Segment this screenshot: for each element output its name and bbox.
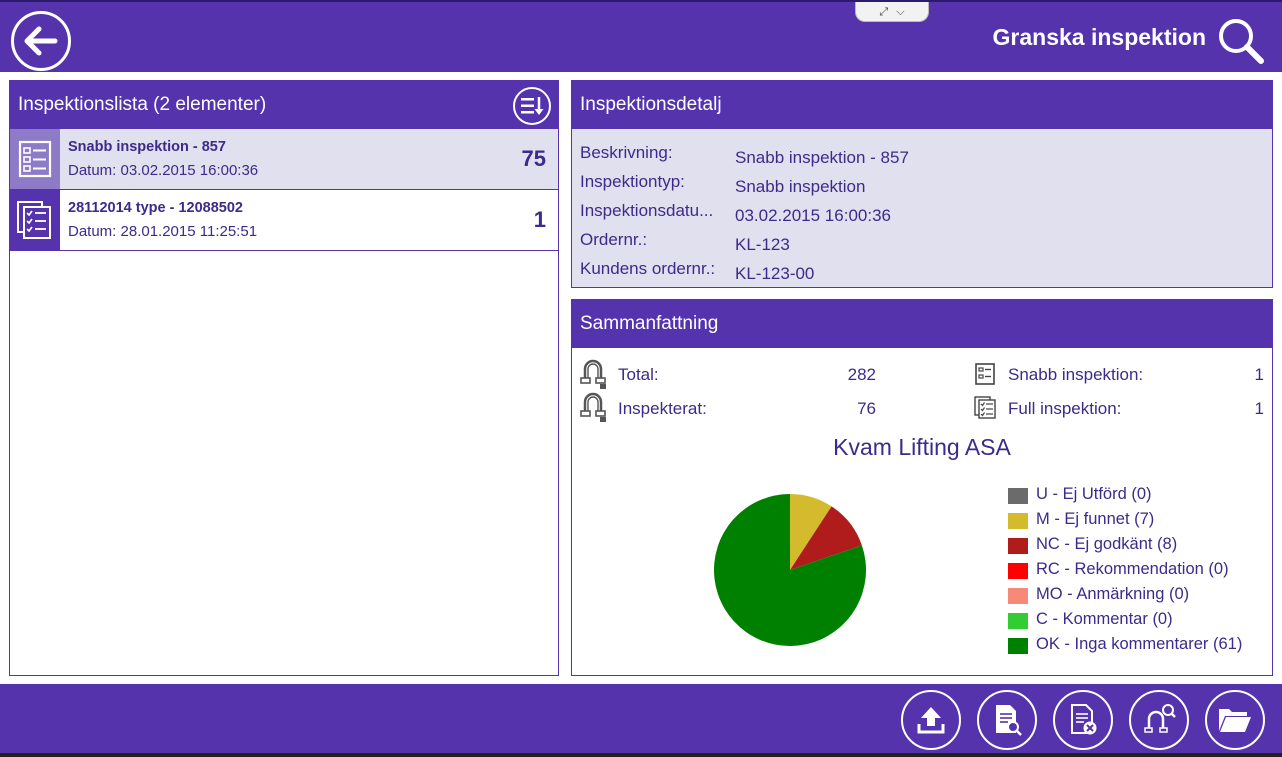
legend-label: MO - Anmärkning (0) <box>1036 585 1190 603</box>
quick-inspection-label: Snabb inspektion: <box>1008 365 1144 384</box>
list-item-title: 28112014 type - 12088502 <box>68 200 243 216</box>
legend-label: C - Kommentar (0) <box>1036 610 1173 628</box>
inspection-list-header: Inspektionslista (2 elementer) <box>10 81 558 129</box>
detail-label: Kundens ordernr.: <box>580 259 716 278</box>
legend-label: OK - Inga kommentarer (61) <box>1036 635 1243 653</box>
legend-swatch <box>1008 513 1028 529</box>
inspected-label: Inspekterat: <box>618 399 707 418</box>
summary-panel: Sammanfattning Total: 282 Inspekterat: 7… <box>571 299 1273 676</box>
view-report-button[interactable] <box>977 690 1037 750</box>
search-button[interactable] <box>1216 16 1266 66</box>
expand-icon: ⤢ <box>879 4 889 18</box>
legend-swatch <box>1008 638 1028 654</box>
delete-report-button[interactable] <box>1053 690 1113 750</box>
list-item[interactable]: Snabb inspektion - 857 Datum: 03.02.2015… <box>10 129 558 190</box>
legend-label: NC - Ej godkänt (8) <box>1036 535 1178 553</box>
chevron-down-icon: ⌵ <box>896 4 905 18</box>
sort-list-icon <box>521 97 544 115</box>
detail-row-order: Ordernr.: KL-123 <box>580 230 790 255</box>
legend-label: M - Ej funnet (7) <box>1036 510 1155 528</box>
expand-handle[interactable]: ⤢ ⌵ <box>855 2 929 22</box>
folder-open-icon <box>1219 709 1251 732</box>
detail-row-description: Beskrivning: Snabb inspektion - 857 <box>580 143 909 168</box>
bottom-toolbar <box>0 684 1282 757</box>
detail-label: Inspektiontyp: <box>580 172 685 191</box>
detail-value: KL-123 <box>735 235 790 254</box>
chart-title: Kvam Lifting ASA <box>833 434 1011 460</box>
detail-value: Snabb inspektion - 857 <box>735 148 909 167</box>
total-value: 282 <box>847 365 876 384</box>
detail-row-customer-order: Kundens ordernr.: KL-123-00 <box>580 259 814 284</box>
full-checklist-icon <box>10 190 60 250</box>
list-item-title: Snabb inspektion - 857 <box>68 139 226 155</box>
list-item[interactable]: 28112014 type - 12088502 Datum: 28.01.20… <box>10 190 558 251</box>
document-search-icon <box>996 705 1022 736</box>
full-inspection-value: 1 <box>1254 399 1264 418</box>
legend-swatch <box>1008 538 1028 554</box>
legend-swatch <box>1008 488 1028 504</box>
arrow-left-icon <box>24 26 58 56</box>
legend-swatch <box>1008 563 1028 579</box>
sort-button[interactable] <box>513 87 551 125</box>
summary-header: Sammanfattning <box>572 300 1272 348</box>
detail-row-type: Inspektiontyp: Snabb inspektion <box>580 172 865 197</box>
full-inspection-icon <box>974 396 996 419</box>
app-window: ⤢ ⌵ Granska inspektion Inspektionslista … <box>0 0 1282 757</box>
detail-value: 03.02.2015 16:00:36 <box>735 206 891 225</box>
quick-inspection-icon <box>975 363 995 385</box>
shackle-icon <box>580 392 606 422</box>
inspection-list-panel: Inspektionslista (2 elementer) Snabb ins… <box>9 80 559 676</box>
quick-checklist-icon <box>10 129 60 189</box>
detail-label: Ordernr.: <box>580 230 648 249</box>
screen-title: Granska inspektion <box>992 24 1206 50</box>
inspected-value: 76 <box>857 399 876 418</box>
inspection-detail-header: Inspektionsdetalj <box>572 81 1272 129</box>
legend-swatch <box>1008 613 1028 629</box>
open-folder-button[interactable] <box>1205 690 1265 750</box>
list-item-date: Datum: 28.01.2015 11:25:51 <box>68 223 258 240</box>
detail-label: Inspektionsdatu... <box>580 201 714 220</box>
list-item-date: Datum: 03.02.2015 16:00:36 <box>68 162 259 179</box>
legend-label: RC - Rekommendation (0) <box>1036 560 1229 578</box>
back-button[interactable] <box>11 11 71 71</box>
inspection-list-title: Inspektionslista (2 elementer) <box>18 94 267 115</box>
inspection-detail-panel: Inspektionsdetalj Beskrivning: Snabb insp… <box>571 80 1273 288</box>
shackle-icon <box>580 359 606 389</box>
detail-row-date: Inspektionsdatu... 03.02.2015 16:00:36 <box>580 201 891 226</box>
document-delete-icon <box>1071 704 1097 735</box>
upload-icon <box>917 707 945 734</box>
quick-inspection-value: 1 <box>1254 365 1264 384</box>
search-icon <box>1219 19 1264 64</box>
shackle-search-icon <box>1144 704 1176 733</box>
list-item-count: 1 <box>533 207 546 232</box>
detail-label: Beskrivning: <box>580 143 673 162</box>
list-item-count: 75 <box>521 146 546 171</box>
search-shackle-button[interactable] <box>1129 690 1189 750</box>
legend-label: U - Ej Utförd (0) <box>1036 485 1152 503</box>
legend-swatch <box>1008 588 1028 604</box>
full-inspection-label: Full inspektion: <box>1008 399 1122 418</box>
pie-chart <box>714 494 866 646</box>
detail-value: KL-123-00 <box>735 264 815 283</box>
detail-value: Snabb inspektion <box>735 177 866 196</box>
total-label: Total: <box>618 365 659 384</box>
header-bar: ⤢ ⌵ Granska inspektion <box>0 0 1282 72</box>
upload-button[interactable] <box>901 690 961 750</box>
